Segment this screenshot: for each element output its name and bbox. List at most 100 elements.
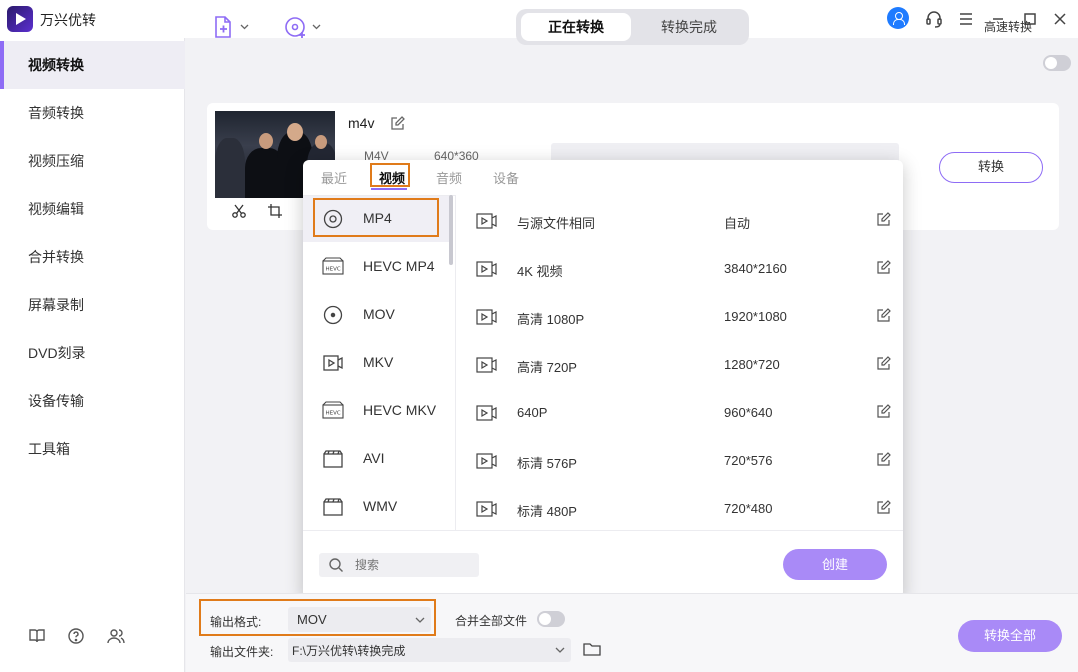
- trim-scissors-icon[interactable]: [231, 203, 247, 219]
- format-item-mov[interactable]: MOV: [303, 292, 451, 338]
- tab-device[interactable]: 设备: [493, 168, 519, 187]
- close-icon[interactable]: [1049, 8, 1071, 30]
- tab-highlight-box: [370, 163, 410, 187]
- video-preset-icon: [476, 453, 498, 469]
- preset-name: 高清 1080P: [517, 312, 585, 327]
- preset-row[interactable]: 高清 720P 1280*720: [456, 340, 903, 388]
- edit-preset-icon[interactable]: [876, 451, 892, 467]
- preset-row[interactable]: 640P 960*640: [456, 388, 903, 436]
- video-preset-icon: [476, 309, 498, 325]
- active-tab-indicator: [371, 188, 407, 190]
- tab-converting[interactable]: 正在转换: [521, 13, 631, 41]
- user-account-icon[interactable]: [887, 7, 909, 29]
- tab-converted[interactable]: 转换完成: [634, 13, 744, 41]
- edit-name-icon[interactable]: [390, 115, 406, 131]
- convert-all-button[interactable]: 转换全部: [958, 620, 1062, 652]
- add-dvd-button[interactable]: [284, 14, 321, 40]
- preset-row[interactable]: 高清 1080P 1920*1080: [456, 292, 903, 340]
- app-logo-icon: [7, 6, 33, 32]
- edit-preset-icon[interactable]: [876, 499, 892, 515]
- merge-files-label: 合并全部文件: [455, 614, 528, 628]
- edit-preset-icon[interactable]: [876, 355, 892, 371]
- preset-row[interactable]: 4K 视频 3840*2160: [456, 244, 903, 292]
- create-button[interactable]: 创建: [783, 549, 887, 580]
- format-list-scrollbar[interactable]: [449, 195, 453, 265]
- format-label: HEVC MKV: [363, 402, 437, 418]
- sidebar-item-device-transfer[interactable]: 设备传输: [0, 377, 185, 425]
- crop-icon[interactable]: [267, 203, 283, 219]
- edit-preset-icon[interactable]: [876, 307, 892, 323]
- folder-icon[interactable]: [583, 641, 601, 657]
- video-preset-icon: [476, 405, 498, 421]
- preset-name: 与源文件相同: [517, 216, 596, 231]
- format-label: HEVC MP4: [363, 258, 435, 274]
- search-icon: [328, 557, 344, 573]
- format-item-hevc-mkv[interactable]: HEVC HEVC MKV: [303, 388, 451, 434]
- format-item-wmv[interactable]: WMV: [303, 484, 451, 530]
- output-format-highlight-box: [199, 599, 436, 636]
- preset-resolution: 720*576: [724, 453, 773, 468]
- users-icon[interactable]: [107, 627, 125, 645]
- format-highlight-box: [313, 198, 439, 237]
- chevron-down-icon: [312, 24, 321, 30]
- format-label: AVI: [363, 450, 385, 466]
- preset-name: 标清 480P: [517, 504, 577, 519]
- svg-text:HEVC: HEVC: [326, 267, 341, 273]
- sidebar-item-toolbox[interactable]: 工具箱: [0, 425, 185, 473]
- edit-preset-icon[interactable]: [876, 403, 892, 419]
- app-title: 万兴优转: [40, 12, 96, 28]
- hevc-icon: HEVC: [322, 257, 344, 277]
- preset-resolution: 720*480: [724, 501, 773, 516]
- preset-row[interactable]: 与源文件相同 自动: [456, 196, 903, 244]
- convert-button[interactable]: 转换: [939, 152, 1043, 183]
- tab-audio[interactable]: 音频: [436, 168, 462, 187]
- output-folder-value: F:\万兴优转\转换完成: [292, 644, 406, 658]
- search-input[interactable]: [355, 556, 473, 574]
- book-icon[interactable]: [28, 627, 46, 645]
- hevc-icon: HEVC: [322, 401, 344, 421]
- output-folder-select[interactable]: F:\万兴优转\转换完成: [288, 638, 571, 662]
- preset-name: 640P: [517, 405, 548, 420]
- sidebar-item-video-compress[interactable]: 视频压缩: [0, 137, 185, 185]
- help-icon[interactable]: [67, 627, 85, 645]
- format-list: MP4 HEVC HEVC MP4 MOV MKV HEVC HEVC MKV …: [303, 195, 455, 530]
- sidebar-item-video-convert[interactable]: 视频转换: [0, 41, 185, 89]
- sidebar-item-audio-convert[interactable]: 音频转换: [0, 89, 185, 137]
- sidebar-item-dvd-burn[interactable]: DVD刻录: [0, 329, 185, 377]
- preset-row[interactable]: 标清 480P 720*480: [456, 484, 903, 532]
- sidebar-item-merge[interactable]: 合并转换: [0, 233, 185, 281]
- headset-support-icon[interactable]: [923, 8, 945, 30]
- convert-status-tabs: 正在转换 转换完成: [516, 9, 749, 45]
- format-item-avi[interactable]: AVI: [303, 436, 451, 482]
- menu-icon[interactable]: [955, 8, 977, 30]
- preset-row[interactable]: 标清 576P 720*576: [456, 436, 903, 484]
- preset-resolution: 自动: [724, 216, 751, 231]
- format-label: MOV: [363, 306, 395, 322]
- video-preset-icon: [476, 357, 498, 373]
- edit-preset-icon[interactable]: [876, 211, 892, 227]
- video-preset-icon: [476, 213, 498, 229]
- format-item-mkv[interactable]: MKV: [303, 340, 451, 386]
- sidebar-item-screen-record[interactable]: 屏幕录制: [0, 281, 185, 329]
- output-folder-label: 输出文件夹:: [210, 645, 274, 659]
- preset-resolution: 960*640: [724, 405, 773, 420]
- high-speed-toggle[interactable]: [1043, 55, 1071, 71]
- video-preset-icon: [476, 261, 498, 277]
- merge-files-toggle[interactable]: [537, 611, 565, 627]
- svg-text:HEVC: HEVC: [326, 411, 341, 417]
- format-item-hevc-mp4[interactable]: HEVC HEVC MP4: [303, 244, 451, 290]
- sidebar-item-video-edit[interactable]: 视频编辑: [0, 185, 185, 233]
- clapper-icon: [322, 449, 344, 469]
- preset-name: 高清 720P: [517, 360, 577, 375]
- edit-preset-icon[interactable]: [876, 259, 892, 275]
- tab-recent[interactable]: 最近: [321, 168, 347, 187]
- add-file-button[interactable]: [212, 14, 249, 40]
- format-label: WMV: [363, 498, 398, 514]
- file-name: m4v: [348, 115, 375, 131]
- preset-resolution: 1920*1080: [724, 309, 787, 324]
- format-popup: 最近 视频 音频 设备 MP4 HEVC HEVC MP4 MOV MKV HE…: [303, 160, 903, 598]
- divider: [303, 530, 903, 531]
- clapper-icon: [322, 497, 344, 517]
- video-file-icon: [322, 353, 344, 373]
- sidebar: 视频转换 音频转换 视频压缩 视频编辑 合并转换 屏幕录制 DVD刻录 设备传输…: [0, 38, 185, 672]
